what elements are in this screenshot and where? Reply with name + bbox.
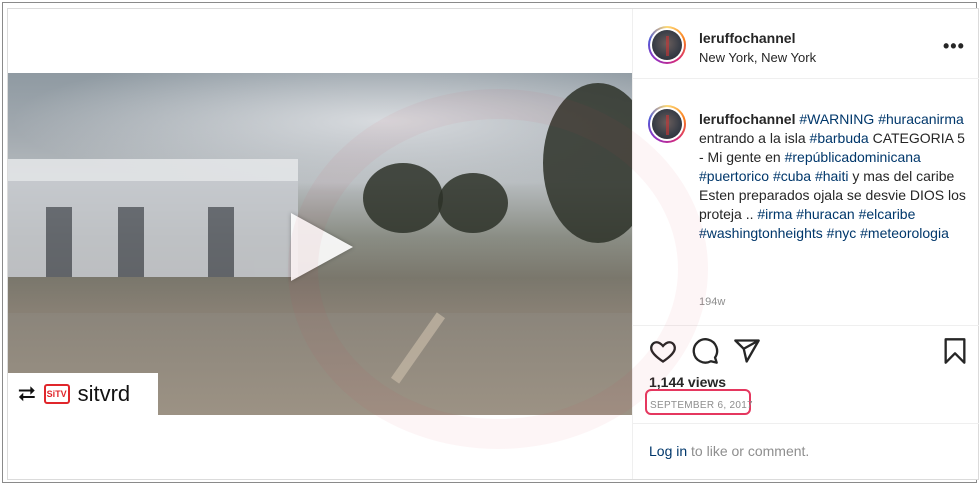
building-window: [208, 207, 234, 277]
hashtag-link[interactable]: #repúblicadominicana: [785, 149, 921, 165]
caption-text: #WARNING #huracanirma entrando a la isla…: [699, 111, 966, 241]
header-username[interactable]: leruffochannel: [699, 30, 795, 46]
avatar[interactable]: [648, 26, 686, 64]
divider: [633, 423, 979, 424]
hashtag-link[interactable]: #meteorologia: [860, 225, 949, 241]
repost-icon: ⮂: [18, 381, 36, 406]
hashtag-link[interactable]: #puertorico: [699, 168, 769, 184]
login-link[interactable]: Log in: [649, 443, 687, 459]
hashtag-link[interactable]: #haiti: [815, 168, 848, 184]
action-bar: [633, 331, 979, 371]
login-prompt-text: to like or comment.: [687, 443, 810, 459]
caption-text-segment: entrando a la isla: [699, 130, 810, 146]
post-date: SEPTEMBER 6, 2017: [650, 400, 753, 411]
screenshot-frame: ⮂ SiTV sitvrd leruffochannel New York, N…: [2, 2, 979, 483]
post-time-ago[interactable]: 194w: [699, 296, 725, 308]
repost-username: sitvrd: [77, 381, 131, 406]
hashtag-link[interactable]: #WARNING: [799, 111, 874, 127]
building-window: [118, 207, 144, 277]
video-tree: [363, 163, 443, 233]
hashtag-link[interactable]: #huracan: [796, 206, 854, 222]
hashtag-link[interactable]: #irma: [757, 206, 792, 222]
view-count[interactable]: 1,144 views: [649, 374, 726, 390]
sitv-logo: SiTV: [43, 384, 70, 404]
hashtag-link[interactable]: #barbuda: [810, 130, 869, 146]
bookmark-icon[interactable]: [941, 337, 969, 365]
hashtag-link[interactable]: #washingtonheights: [699, 225, 823, 241]
divider: [633, 325, 979, 326]
comment-icon[interactable]: [691, 337, 719, 365]
caption-username[interactable]: leruffochannel: [699, 111, 795, 127]
instagram-post: ⮂ SiTV sitvrd leruffochannel New York, N…: [7, 8, 979, 480]
more-options-icon[interactable]: •••: [943, 36, 965, 57]
play-icon[interactable]: [291, 213, 353, 281]
post-media: ⮂ SiTV sitvrd: [8, 9, 632, 479]
login-prompt: Log in to like or comment.: [649, 443, 809, 459]
hashtag-link[interactable]: #elcaribe: [859, 206, 916, 222]
video-tree: [438, 173, 508, 233]
post-caption: leruffochannel #WARNING #huracanirma ent…: [699, 110, 969, 243]
hashtag-link[interactable]: #cuba: [773, 168, 811, 184]
building-window: [46, 207, 72, 277]
repost-watermark: ⮂ SiTV sitvrd: [8, 373, 158, 415]
video-building: [8, 159, 298, 277]
heart-icon[interactable]: [649, 337, 677, 365]
share-icon[interactable]: [733, 337, 761, 365]
hashtag-link[interactable]: #huracanirma: [878, 111, 964, 127]
caption-avatar[interactable]: [648, 105, 686, 143]
post-sidebar: leruffochannel New York, New York ••• le…: [632, 9, 979, 479]
hashtag-link[interactable]: #nyc: [827, 225, 857, 241]
video-player[interactable]: ⮂ SiTV sitvrd: [8, 73, 632, 415]
building-roof: [8, 159, 298, 181]
header-location[interactable]: New York, New York: [699, 50, 816, 65]
post-header: leruffochannel New York, New York •••: [633, 9, 979, 79]
